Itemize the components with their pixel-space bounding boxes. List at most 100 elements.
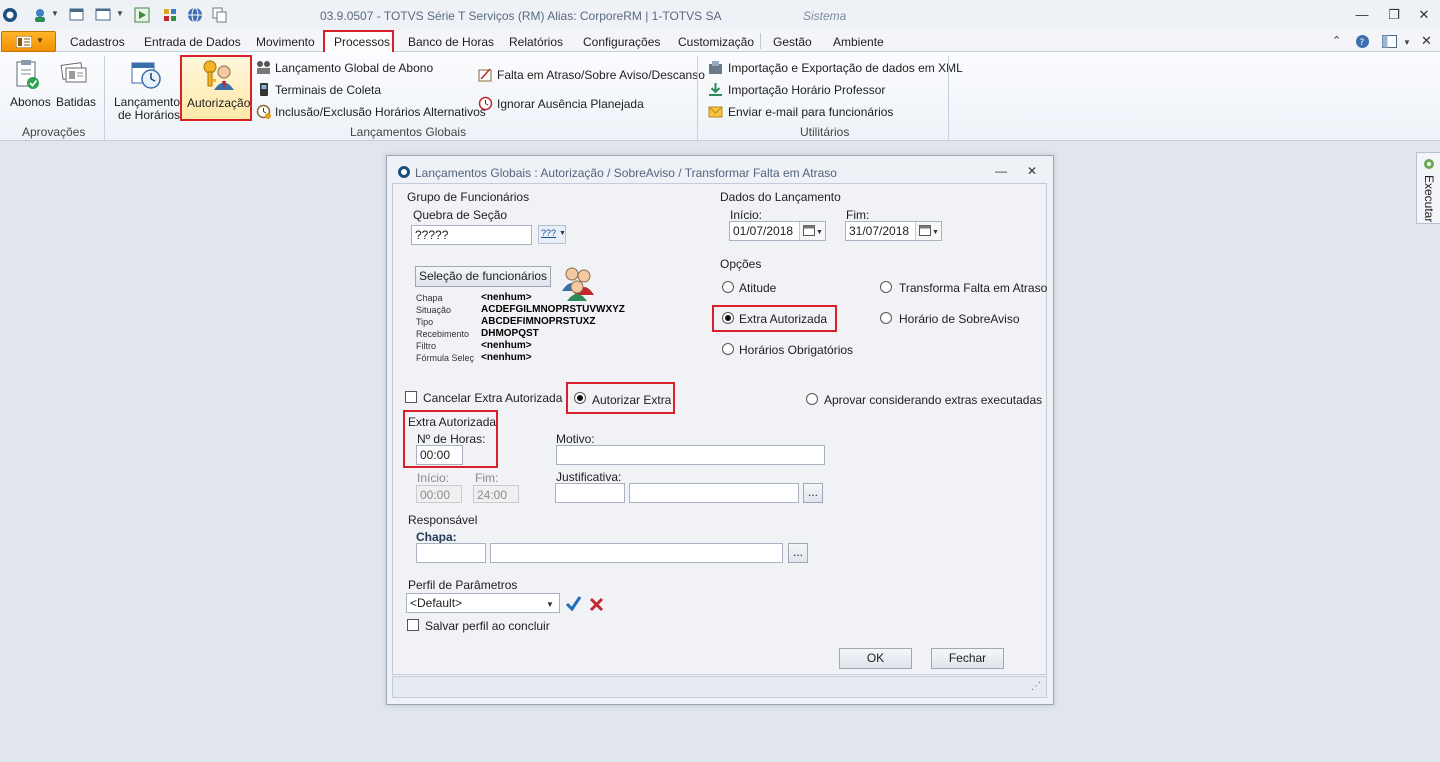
menu-customizacao[interactable]: Customização [678,35,754,49]
radio-extra-autorizada-label[interactable]: Extra Autorizada [739,312,827,326]
radio-autorizar-extra[interactable] [574,392,586,404]
radio-aprovar-extras[interactable] [806,393,818,405]
info-value: <nenhum> [481,340,532,351]
radio-atitude[interactable] [722,281,734,293]
radio-atitude-label[interactable]: Atitude [739,281,776,295]
ignorar-ausencia-link[interactable]: Ignorar Ausência Planejada [497,97,644,111]
close-icon[interactable]: ✕ [1416,7,1432,23]
application-menu-button[interactable]: ▼ [1,31,56,52]
ok-button[interactable]: OK [839,648,912,669]
dialog-title: Lançamentos Globais : Autorização / Sobr… [415,166,837,180]
minimize-icon[interactable]: — [995,164,1007,178]
new-window-icon[interactable] [69,7,85,23]
global-abono-icon[interactable] [256,60,271,75]
responsavel-lookup-button[interactable]: ... [788,543,808,563]
lancamento-horarios-icon[interactable] [130,59,162,91]
cross-icon[interactable] [589,597,604,612]
global-abono-link[interactable]: Lançamento Global de Abono [275,61,433,75]
dropdown-arrow-icon[interactable]: ▼ [51,9,59,18]
layout-icon[interactable] [1382,35,1397,48]
import-export-xml-icon[interactable] [708,60,723,75]
user-menu-icon[interactable] [32,7,48,23]
justificativa-description-input[interactable] [629,483,799,503]
selecao-funcionarios-button[interactable]: Seleção de funcionários [415,266,551,287]
cancelar-extra-checkbox[interactable] [405,391,417,403]
batidas-icon[interactable] [60,60,90,90]
copy-window-icon[interactable] [212,7,228,23]
info-key: Situação [416,305,452,315]
import-professor-link[interactable]: Importação Horário Professor [728,83,885,97]
justificativa-lookup-button[interactable]: ... [803,483,823,503]
batidas-label[interactable]: Batidas [56,95,96,109]
dropdown-arrow-icon[interactable]: ▼ [116,9,124,18]
resize-grip-icon[interactable]: ⋰ [1031,681,1041,692]
menu-configuracoes[interactable]: Configurações [583,35,660,49]
radio-horario-sobreaviso-label[interactable]: Horário de SobreAviso [899,312,1020,326]
inclusao-link[interactable]: Inclusão/Exclusão Horários Alternativos [275,105,486,119]
minimize-icon[interactable]: — [1354,7,1370,23]
executar-side-tab[interactable]: Executar [1416,152,1440,224]
inicio-date-input[interactable]: 01/07/2018 ▼ [729,221,826,241]
menu-movimento[interactable]: Movimento [256,35,315,49]
email-icon[interactable] [708,104,723,119]
fechar-button[interactable]: Fechar [931,648,1004,669]
restore-icon[interactable]: ❐ [1386,7,1402,23]
totvs-logo-icon[interactable] [2,7,18,23]
check-icon[interactable] [565,595,582,612]
chevron-down-icon: ▼ [36,36,44,45]
quebra-selector[interactable]: ??? ▼ [538,225,566,244]
radio-horarios-obrigatorios-label[interactable]: Horários Obrigatórios [739,343,853,357]
abonos-icon[interactable] [14,60,40,90]
menu-ambiente[interactable]: Ambiente [833,35,884,49]
terminal-icon[interactable] [256,82,271,97]
collapse-ribbon-icon[interactable]: ⌃ [1332,34,1341,47]
radio-transforma-falta-label[interactable]: Transforma Falta em Atraso [899,281,1047,295]
falta-atraso-icon[interactable] [478,67,493,82]
radio-transforma-falta[interactable] [880,281,892,293]
radio-aprovar-extras-label[interactable]: Aprovar considerando extras executadas [824,393,1042,407]
alternative-schedule-icon[interactable] [256,104,271,119]
import-export-xml-link[interactable]: Importação e Exportação de dados em XML [728,61,963,75]
horas-input[interactable]: 00:00 [416,445,463,465]
chapa-input[interactable] [416,543,486,563]
abonos-label[interactable]: Abonos [10,95,51,109]
justificativa-code-input[interactable] [555,483,625,503]
lancamento-horarios-label-1[interactable]: Lançamento [114,95,180,109]
run-process-icon[interactable] [134,7,150,23]
radio-autorizar-extra-label[interactable]: Autorizar Extra [592,393,671,407]
ignorar-ausencia-icon[interactable] [478,96,493,111]
radio-horarios-obrigatorios[interactable] [722,343,734,355]
motivo-input[interactable] [556,445,825,465]
menu-gestao[interactable]: Gestão [773,35,812,49]
salvar-perfil-label[interactable]: Salvar perfil ao concluir [425,619,550,633]
lancamento-horarios-label-2[interactable]: de Horários [118,108,180,122]
close-icon[interactable]: ✕ [1027,164,1037,178]
menu-entrada-de-dados[interactable]: Entrada de Dados [144,35,241,49]
calendar-button[interactable]: ▼ [915,222,941,240]
window-layout-icon[interactable] [95,7,111,23]
chevron-down-icon: ▼ [559,230,566,237]
menu-processos[interactable]: Processos [323,30,394,54]
terminais-link[interactable]: Terminais de Coleta [275,83,381,97]
help-globe-icon[interactable]: ? [1355,34,1370,49]
radio-horario-sobreaviso[interactable] [880,312,892,324]
fim-date-input[interactable]: 31/07/2018 ▼ [845,221,942,241]
globe-icon[interactable] [187,7,203,23]
menu-banco-de-horas[interactable]: Banco de Horas [408,35,494,49]
falta-atraso-link[interactable]: Falta em Atraso/Sobre Aviso/Descanso [497,68,705,82]
tools-icon[interactable] [162,7,178,23]
menu-relatorios[interactable]: Relatórios [509,35,563,49]
responsavel-name-input[interactable] [490,543,783,563]
salvar-perfil-checkbox[interactable] [407,619,419,631]
dropdown-arrow-icon[interactable]: ▼ [1403,38,1411,47]
perfil-select[interactable]: <Default> ▼ [406,593,560,613]
enviar-email-link[interactable]: Enviar e-mail para funcionários [728,105,893,119]
autorizacao-button[interactable]: Autorização [180,55,252,121]
close-icon[interactable]: ✕ [1421,33,1432,49]
quebra-input[interactable]: ????? [411,225,532,245]
cancelar-extra-label[interactable]: Cancelar Extra Autorizada [423,391,562,405]
radio-extra-autorizada[interactable] [722,312,734,324]
import-professor-icon[interactable] [708,82,723,97]
calendar-button[interactable]: ▼ [799,222,825,240]
menu-cadastros[interactable]: Cadastros [70,35,125,49]
